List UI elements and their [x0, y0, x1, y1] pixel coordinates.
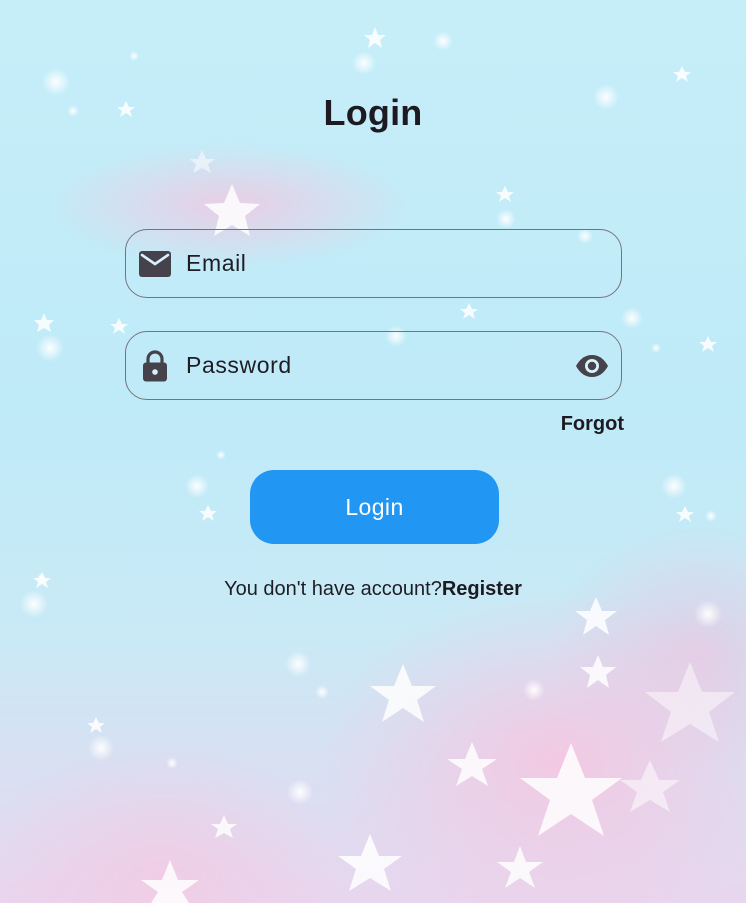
login-button[interactable]: Login — [250, 470, 499, 544]
register-prompt: You don't have account?Register — [0, 578, 746, 601]
lock-icon — [138, 349, 172, 383]
email-field[interactable]: Email — [125, 229, 622, 298]
forgot-password-link[interactable]: Forgot — [561, 413, 624, 436]
register-link[interactable]: Register — [442, 578, 522, 600]
no-account-text: You don't have account? — [224, 578, 442, 600]
mail-icon — [138, 247, 172, 281]
eye-icon[interactable] — [573, 349, 611, 383]
page-title: Login — [323, 92, 423, 133]
password-placeholder: Password — [186, 352, 292, 378]
password-field[interactable]: Password — [125, 331, 622, 400]
star-decoration — [20, 27, 735, 903]
email-placeholder: Email — [186, 250, 247, 276]
